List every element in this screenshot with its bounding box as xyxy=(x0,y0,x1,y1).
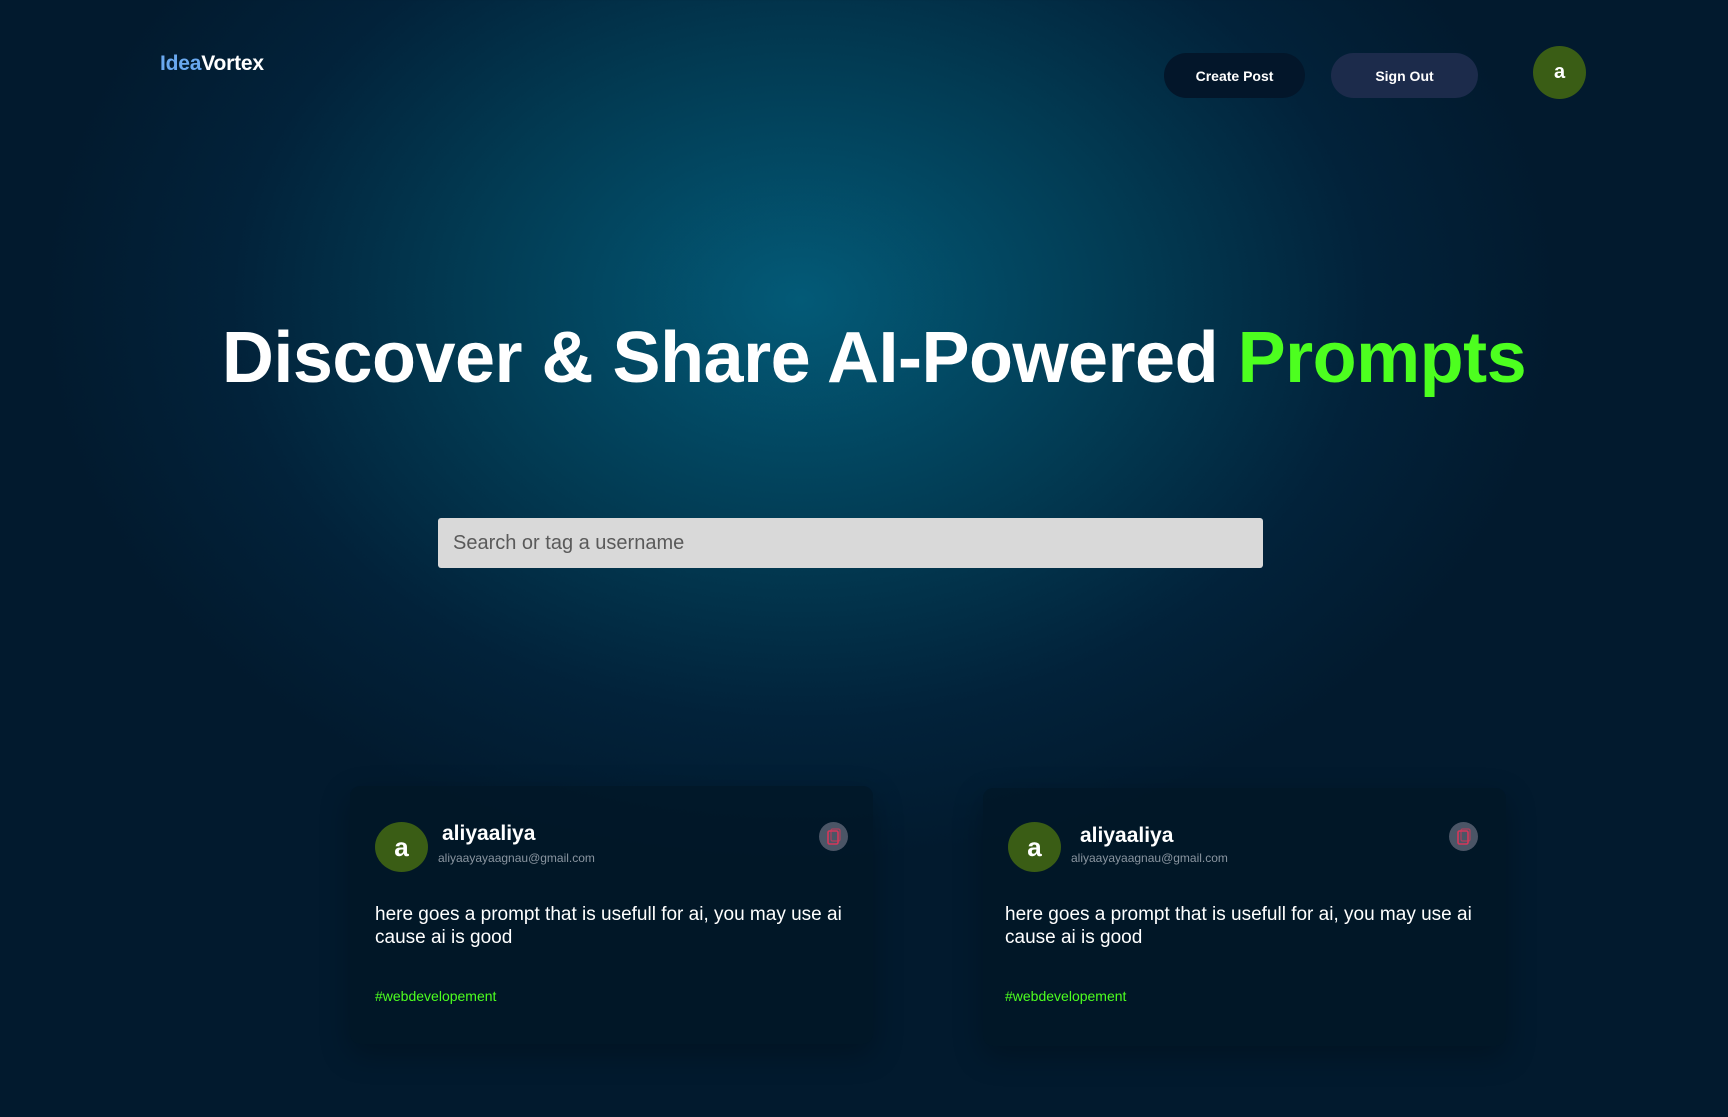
post-author-email: aliyaayayaagnau@gmail.com xyxy=(438,851,595,865)
post-author-username[interactable]: aliyaaliya xyxy=(1080,824,1173,848)
copy-icon xyxy=(1456,827,1471,845)
hero-title-main: Discover & Share AI-Powered xyxy=(221,318,1219,398)
logo[interactable]: IdeaVortex xyxy=(160,52,264,76)
post-author-email: aliyaayayaagnau@gmail.com xyxy=(1071,851,1228,865)
copy-prompt-button[interactable] xyxy=(819,822,848,851)
sign-out-button[interactable]: Sign Out xyxy=(1331,53,1478,98)
hero-title: Discover & Share AI-Powered Prompts xyxy=(0,318,1728,398)
prompt-card: a aliyaaliya aliyaayayaagnau@gmail.com h… xyxy=(350,786,873,1044)
create-post-button[interactable]: Create Post xyxy=(1164,53,1305,98)
post-prompt-text: here goes a prompt that is usefull for a… xyxy=(375,904,842,948)
post-tag[interactable]: #webdevelopement xyxy=(375,988,496,1004)
copy-icon xyxy=(826,827,841,845)
copy-prompt-button[interactable] xyxy=(1449,822,1478,851)
post-author-avatar[interactable]: a xyxy=(375,822,428,872)
logo-vortex-text: Vortex xyxy=(201,52,264,75)
post-author-username[interactable]: aliyaaliya xyxy=(442,822,535,846)
prompt-card: a aliyaaliya aliyaayayaagnau@gmail.com h… xyxy=(983,788,1506,1046)
post-tag[interactable]: #webdevelopement xyxy=(1005,988,1126,1004)
profile-avatar[interactable]: a xyxy=(1533,46,1586,99)
logo-idea-text: Idea xyxy=(160,52,202,75)
post-prompt-text: here goes a prompt that is usefull for a… xyxy=(1005,904,1472,948)
search-input[interactable] xyxy=(438,518,1263,568)
post-author-avatar[interactable]: a xyxy=(1008,822,1061,872)
hero-title-accent: Prompts xyxy=(1237,318,1527,398)
